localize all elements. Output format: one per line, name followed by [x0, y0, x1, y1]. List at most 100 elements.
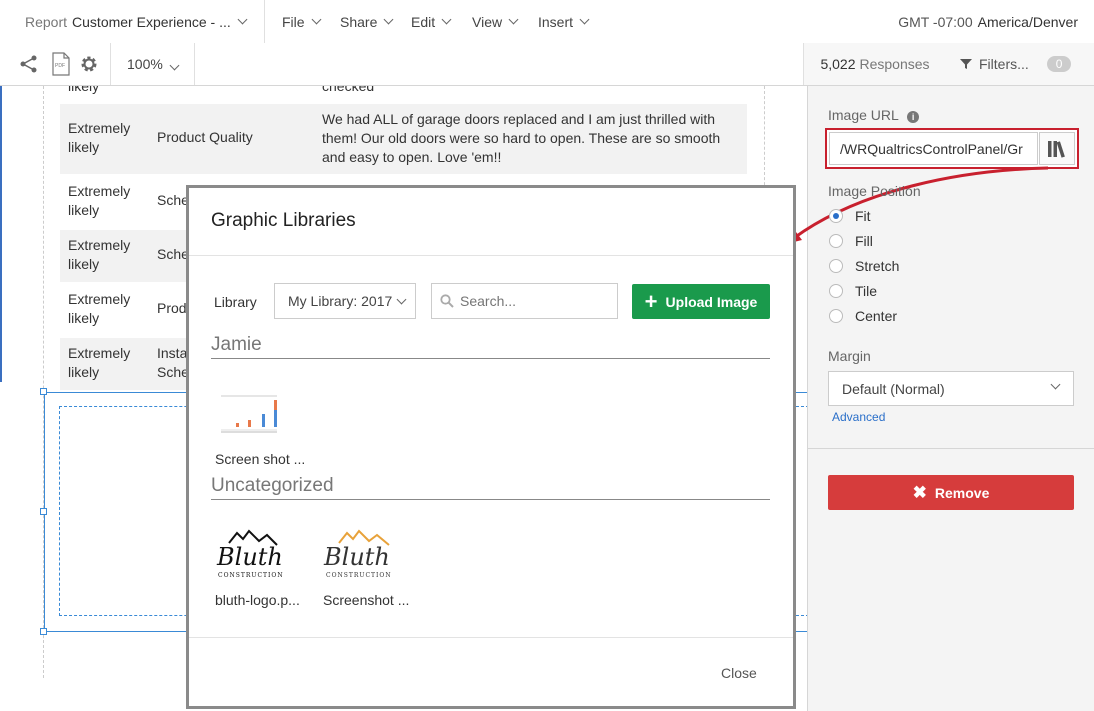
category-cell: Product Quality [157, 129, 253, 145]
radio-fill[interactable] [829, 234, 843, 248]
filters-button[interactable]: Filters... 0 [946, 43, 1094, 85]
likelihood-cell: Extremely likely [68, 120, 131, 155]
library-icon [1048, 140, 1065, 158]
menu-view[interactable]: View [472, 0, 519, 43]
chevron-down-icon [579, 14, 590, 25]
logo-text: Bluth [323, 543, 390, 571]
modal-divider [189, 255, 793, 256]
graphic-libraries-modal [186, 185, 796, 709]
timezone-offset: GMT -07:00 [898, 13, 973, 30]
thumbnail-caption: Screenshot ... [323, 592, 410, 608]
resize-handle[interactable] [40, 628, 47, 635]
report-name: Customer Experience - ... [72, 13, 231, 30]
annotation-arrow [786, 166, 1049, 244]
thumbnail-caption: Screen shot ... [215, 451, 306, 467]
radio-fill-label: Fill [855, 233, 873, 249]
zoom-dropdown[interactable]: 100% [127, 56, 180, 72]
menu-file[interactable]: File [282, 0, 322, 43]
advanced-link[interactable]: Advanced [832, 410, 885, 424]
likelihood-cell: Extremely likely [68, 183, 131, 218]
gear-icon[interactable] [79, 54, 99, 77]
menu-share[interactable]: Share [340, 0, 394, 43]
timezone-name: America/Denver [977, 13, 1078, 30]
section-title-jamie: Jamie [211, 334, 262, 355]
section-divider [211, 499, 770, 500]
chevron-down-icon [508, 14, 519, 25]
menu-insert[interactable]: Insert [538, 0, 590, 43]
chevron-down-icon [311, 14, 322, 25]
zoom-value: 100% [127, 56, 163, 72]
radio-center-label: Center [855, 308, 898, 324]
remove-button[interactable]: ✖ Remove [828, 475, 1074, 510]
radio-stretch[interactable] [829, 259, 843, 273]
canvas-footer [0, 678, 186, 711]
library-select[interactable]: My Library: 2017 [274, 283, 416, 319]
remove-label: Remove [934, 484, 990, 501]
comment-cell: We had ALL of garage doors replaced and … [322, 111, 721, 165]
toolbar-divider [110, 43, 111, 85]
radio-fit[interactable] [829, 209, 843, 223]
likelihood-cell: Extremely likely [68, 345, 131, 380]
library-search[interactable] [431, 283, 618, 319]
svg-text:PDF: PDF [55, 63, 65, 69]
logo-subtext: CONSTRUCTION [218, 572, 283, 579]
upload-image-button[interactable]: + Upload Image [632, 284, 770, 319]
share-icon[interactable] [19, 54, 39, 77]
chevron-down-icon [383, 14, 394, 25]
pdf-icon[interactable]: PDF [52, 52, 70, 79]
chevron-down-icon [169, 60, 180, 71]
chart-thumbnail-image [215, 390, 283, 436]
image-position-label: Image Position [828, 183, 921, 199]
margin-label: Margin [828, 348, 871, 364]
table-row: likely checked [60, 86, 747, 102]
menu-file-label: File [282, 13, 305, 30]
menu-edit[interactable]: Edit [411, 0, 452, 43]
comment-cell: checked [322, 86, 375, 94]
chevron-down-icon [441, 14, 452, 25]
responses-count[interactable]: 5,022 Responses [803, 43, 947, 85]
filters-label: Filters... [979, 56, 1029, 72]
close-button[interactable]: Close [721, 665, 757, 681]
category-cell: Prod [157, 300, 187, 316]
response-count-value: 5,022 [820, 56, 856, 72]
panel-divider [808, 448, 1094, 449]
close-icon: ✖ [912, 482, 927, 502]
resize-handle[interactable] [40, 388, 47, 395]
menu-view-label: View [472, 13, 503, 30]
logo-thumbnail-black[interactable]: Bluth CONSTRUCTION [215, 527, 283, 581]
resize-handle[interactable] [40, 508, 47, 515]
bluth-logo-image: Bluth CONSTRUCTION [216, 529, 283, 579]
menu-share-label: Share [340, 13, 378, 30]
radio-stretch-label: Stretch [855, 258, 900, 274]
margin-select[interactable]: Default (Normal) [828, 371, 1074, 406]
modal-title: Graphic Libraries [211, 210, 356, 231]
info-icon[interactable]: i [907, 111, 920, 123]
library-value: My Library: 2017 [288, 293, 393, 309]
chevron-down-icon [237, 14, 248, 25]
library-label: Library [214, 294, 257, 310]
filter-count-badge: 0 [1046, 56, 1072, 72]
likelihood-cell: Extremely likely [68, 291, 131, 326]
radio-tile-label: Tile [855, 283, 878, 299]
filter-icon [960, 59, 972, 69]
section-title-uncategorized: Uncategorized [211, 475, 334, 496]
report-title-dropdown[interactable]: Report Customer Experience - ... [0, 0, 265, 43]
section-divider [211, 358, 770, 359]
image-url-label-text: Image URL [828, 107, 899, 123]
likelihood-cell: Extremely likely [68, 237, 131, 272]
chevron-down-icon [1050, 379, 1061, 390]
category-cell: Sche [157, 246, 189, 262]
menu-edit-label: Edit [411, 13, 436, 30]
responses-label: Responses [859, 56, 930, 72]
radio-tile[interactable] [829, 284, 843, 298]
chevron-down-icon [396, 294, 407, 304]
image-url-label: Image URL i [828, 107, 920, 123]
chart-thumbnail[interactable] [215, 390, 283, 436]
logo-thumbnail-gold[interactable]: Bluth CONSTRUCTION [323, 527, 395, 581]
report-prefix: Report [25, 13, 68, 30]
bluth-logo-gold-image: Bluth CONSTRUCTION [323, 529, 391, 579]
radio-fit-label: Fit [855, 208, 871, 224]
radio-center[interactable] [829, 309, 843, 323]
logo-text: Bluth [216, 543, 283, 571]
search-input[interactable] [458, 292, 612, 310]
